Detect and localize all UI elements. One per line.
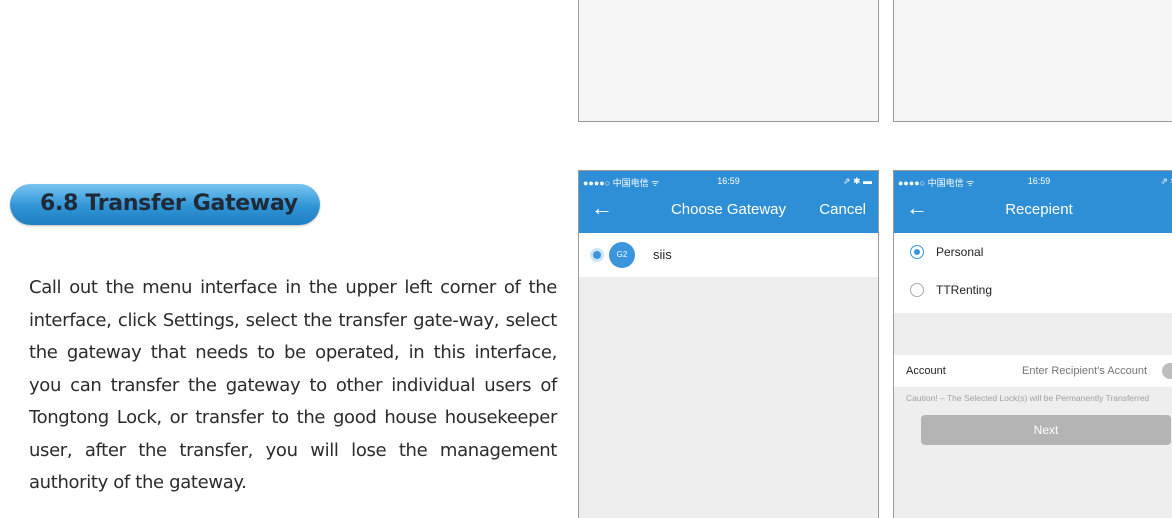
radio-icon[interactable]: [910, 283, 924, 297]
gateway-icon: G2: [609, 242, 635, 268]
option-personal[interactable]: Personal: [894, 233, 1172, 273]
battery-icon: ⇗ ✱ ▬: [842, 176, 872, 186]
battery-icon: ⇗ ✱: [1160, 176, 1172, 186]
gateway-list-item[interactable]: G2 siis: [579, 233, 878, 277]
option-label: TTRenting: [936, 283, 993, 297]
choose-gateway-screen: ●●●●○ 中国电信 ᯤ 16:59 ⇗ ✱ ▬ ← Choose Gatewa…: [578, 170, 879, 518]
option-ttrenting[interactable]: TTRenting: [894, 271, 1172, 313]
navbar: ●●●●○ 中国电信 ᯤ 16:59 ⇗ ✱ ▬ ← Choose Gatewa…: [579, 171, 878, 233]
section-body-text: Call out the menu interface in the upper…: [29, 277, 557, 493]
phone-frame-top-right: [893, 0, 1172, 122]
account-label: Account: [906, 365, 946, 377]
option-label: Personal: [936, 245, 984, 259]
gateway-name: siis: [653, 247, 672, 262]
account-row: Account: [894, 355, 1172, 387]
account-input[interactable]: [1022, 365, 1172, 377]
status-bar: ●●●●○ 中国电信 ᯤ 16:59 ⇗ ✱ ▬: [579, 176, 878, 190]
status-bar: ●●●●○ 中国电信 ᯤ 16:59 ⇗ ✱: [894, 176, 1172, 190]
navbar: ●●●●○ 中国电信 ᯤ 16:59 ⇗ ✱ ← Recepient: [894, 171, 1172, 233]
radio-icon[interactable]: [593, 251, 601, 259]
next-button[interactable]: Next: [921, 415, 1171, 445]
recipient-screen: ●●●●○ 中国电信 ᯤ 16:59 ⇗ ✱ ← Recepient Perso…: [893, 170, 1172, 518]
phone-frame-top-left: [578, 0, 879, 122]
status-time: 16:59: [1027, 176, 1051, 186]
section-title: 6.8 Transfer Gateway: [40, 191, 298, 216]
radio-icon[interactable]: [910, 245, 924, 259]
cancel-button[interactable]: Cancel: [819, 201, 866, 218]
section-heading-pill: 6.8 Transfer Gateway: [10, 184, 320, 225]
caution-text: Caution! – The Selected Lock(s) will be …: [906, 393, 1150, 403]
nav-title: Recepient: [1005, 201, 1073, 218]
contact-icon[interactable]: [1162, 363, 1172, 379]
status-time: 16:59: [717, 176, 740, 186]
